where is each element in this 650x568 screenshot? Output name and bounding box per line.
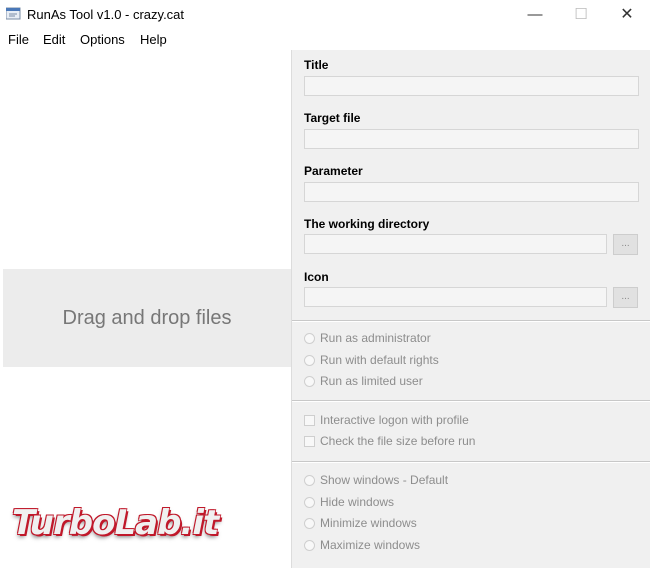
checkbox-check-file-size[interactable]: Check the file size before run [304,433,475,449]
menu-options[interactable]: Options [80,32,125,47]
radio-minimize-windows[interactable]: Minimize windows [304,515,417,531]
radio-run-default-rights[interactable]: Run with default rights [304,352,439,368]
radio-hide-windows[interactable]: Hide windows [304,494,394,510]
radio-label: Maximize windows [320,538,421,552]
menu-bar: File Edit Options Help [0,30,650,50]
radio-label: Minimize windows [320,516,417,530]
menu-help[interactable]: Help [140,32,167,47]
properties-pane: Title Target file Parameter The working … [291,50,650,568]
close-button[interactable]: ✕ [604,0,650,30]
radio-icon [304,375,315,387]
radio-label: Run with default rights [320,353,439,367]
working-directory-browse-button[interactable]: ... [613,234,638,255]
window-title: RunAs Tool v1.0 - crazy.cat [27,7,185,22]
icon-label: Icon [304,270,329,284]
radio-icon [304,474,315,486]
drop-zone-text: Drag and drop files [62,306,232,329]
separator [292,461,650,463]
working-directory-input[interactable] [304,234,607,254]
radio-maximize-windows[interactable]: Maximize windows [304,537,420,553]
checkbox-label: Interactive logon with profile [320,413,469,427]
radio-run-as-administrator[interactable]: Run as administrator [304,330,431,346]
checkbox-interactive-logon[interactable]: Interactive logon with profile [304,412,469,428]
separator [292,320,650,322]
radio-label: Hide windows [320,495,395,509]
watermark-logo: TurboLab.it [12,503,219,543]
target-file-input[interactable] [304,129,639,149]
title-label: Title [304,58,329,72]
parameter-label: Parameter [304,164,363,178]
radio-icon [304,332,315,344]
minimize-button[interactable]: — [512,0,558,30]
radio-icon [304,354,315,366]
working-directory-label: The working directory [304,217,430,231]
file-list-pane[interactable]: Drag and drop files [0,50,291,568]
parameter-input[interactable] [304,182,639,202]
checkbox-label: Check the file size before run [320,434,476,448]
title-bar: RunAs Tool v1.0 - crazy.cat — ☐ ✕ [0,0,650,30]
radio-icon [304,517,315,529]
drop-zone[interactable]: Drag and drop files [3,269,291,367]
radio-label: Run as administrator [320,331,431,345]
checkbox-icon [304,435,315,447]
title-input[interactable] [304,76,639,96]
radio-label: Run as limited user [320,374,423,388]
target-file-label: Target file [304,111,361,125]
icon-browse-button[interactable]: ... [613,287,638,308]
radio-label: Show windows - Default [320,473,449,487]
radio-icon [304,539,315,551]
checkbox-icon [304,414,315,426]
separator [292,400,650,402]
menu-file[interactable]: File [8,32,29,47]
app-icon [6,7,21,20]
radio-icon [304,496,315,508]
icon-input[interactable] [304,287,607,307]
menu-edit[interactable]: Edit [43,32,65,47]
radio-run-limited-user[interactable]: Run as limited user [304,373,423,389]
radio-show-windows-default[interactable]: Show windows - Default [304,472,448,488]
maximize-button[interactable]: ☐ [558,0,604,30]
